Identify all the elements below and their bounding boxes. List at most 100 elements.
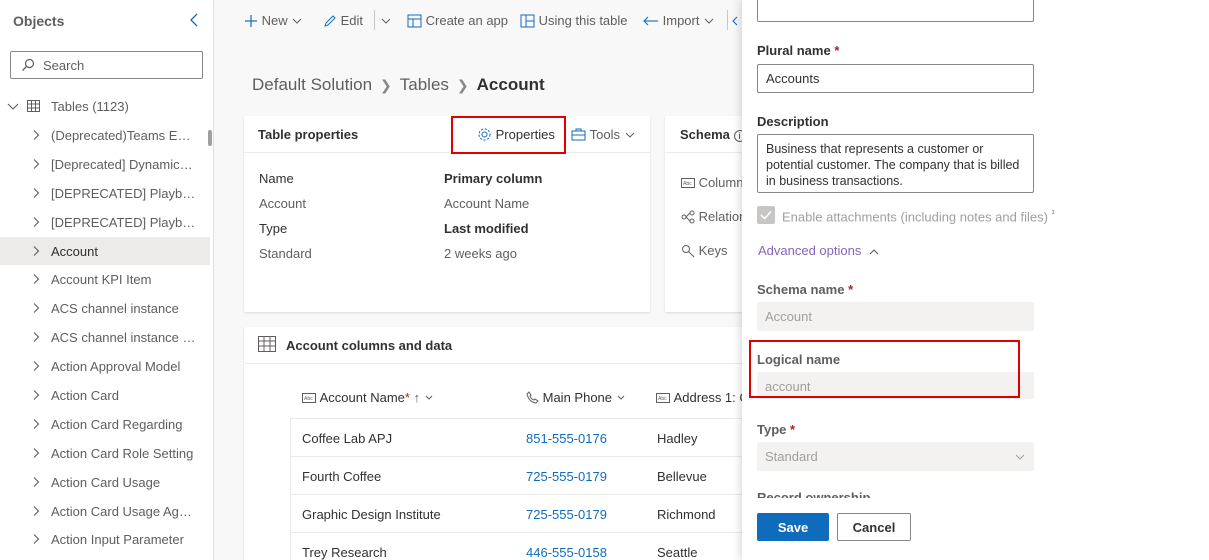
chevron-right-icon[interactable] bbox=[30, 216, 42, 228]
chevron-right-icon[interactable] bbox=[30, 302, 42, 314]
type-select: Standard bbox=[757, 442, 1034, 471]
table-grid-icon bbox=[27, 100, 40, 112]
tree-item[interactable]: ACS channel instance bbox=[0, 294, 210, 323]
breadcrumb-solution[interactable]: Default Solution bbox=[252, 75, 372, 94]
text-field-icon: Abc bbox=[656, 392, 670, 403]
sort-ascending-icon[interactable]: ↑ bbox=[414, 390, 421, 405]
tree-item[interactable]: Action Input Parameter bbox=[0, 525, 210, 554]
tree-item[interactable]: Account KPI Item bbox=[0, 265, 210, 294]
tools-button[interactable]: Tools bbox=[571, 126, 636, 142]
cell-city: Hadley bbox=[657, 431, 698, 446]
search-input[interactable] bbox=[43, 56, 193, 74]
tree-item[interactable]: Action Card Role Setting bbox=[0, 439, 210, 468]
table-row[interactable]: Fourth Coffee 725-555-0179 Bellevue bbox=[290, 456, 790, 494]
record-ownership-label: Record ownership bbox=[757, 490, 871, 498]
cell-account-name: Trey Research bbox=[302, 545, 387, 560]
chevron-right-icon[interactable] bbox=[30, 476, 42, 488]
chevron-right-icon[interactable] bbox=[30, 331, 42, 343]
chevron-right-icon[interactable] bbox=[30, 418, 42, 430]
save-button[interactable]: Save bbox=[757, 513, 829, 541]
sidebar-scrollbar[interactable] bbox=[208, 130, 212, 146]
chevron-right-icon[interactable] bbox=[30, 187, 42, 199]
tree-item[interactable]: (Deprecated)Teams Eng... bbox=[0, 121, 210, 150]
chevron-right-icon[interactable] bbox=[30, 447, 42, 459]
table-row[interactable]: Graphic Design Institute 725-555-0179 Rich… bbox=[290, 494, 790, 532]
tree-item[interactable]: Action Card Usage Agg... bbox=[0, 497, 210, 526]
svg-text:Abc: Abc bbox=[658, 396, 667, 402]
chevron-down-icon[interactable] bbox=[6, 99, 20, 113]
chevron-right-icon[interactable] bbox=[30, 505, 42, 517]
description-textarea[interactable]: Business that represents a customer or p… bbox=[757, 134, 1034, 193]
enable-attachments-label: Enable attachments (including notes and … bbox=[782, 208, 1055, 225]
cell-city: Richmond bbox=[657, 507, 716, 522]
export-arrow-icon[interactable] bbox=[732, 12, 742, 30]
edit-button[interactable]: Edit bbox=[323, 12, 363, 30]
column-header-account-name[interactable]: Abc Account Name* ↑ bbox=[302, 389, 434, 405]
sidebar-title: Objects bbox=[13, 13, 65, 29]
cell-main-phone[interactable]: 725-555-0179 bbox=[526, 469, 607, 484]
tree-item[interactable]: Action Card bbox=[0, 381, 210, 410]
tree-item-label: (Deprecated)Teams Eng... bbox=[51, 128, 196, 143]
column-header-main-phone[interactable]: Main Phone bbox=[526, 389, 626, 405]
chevron-right-icon[interactable] bbox=[30, 245, 42, 257]
cell-main-phone[interactable]: 725-555-0179 bbox=[526, 507, 607, 522]
table-properties-card: Table properties Properties Tools Name A… bbox=[244, 116, 650, 312]
schema-keys-link[interactable]: Keys bbox=[681, 242, 728, 258]
tree-item-account-selected[interactable]: Account bbox=[0, 236, 210, 266]
table-row[interactable]: Coffee Lab APJ 851-555-0176 Hadley bbox=[290, 418, 790, 456]
card-title: Schema i bbox=[680, 127, 746, 142]
enable-attachments-checkbox[interactable] bbox=[757, 206, 775, 224]
tables-tree-root[interactable]: Tables (1123) bbox=[0, 95, 214, 119]
cell-main-phone[interactable]: 446-555-0158 bbox=[526, 545, 607, 560]
create-app-button[interactable]: Create an app bbox=[407, 12, 508, 30]
display-name-input[interactable] bbox=[757, 0, 1034, 22]
new-button[interactable]: New bbox=[244, 12, 303, 30]
cell-main-phone[interactable]: 851-555-0176 bbox=[526, 431, 607, 446]
tree-item[interactable]: Action Card Regarding bbox=[0, 410, 210, 439]
advanced-options-label: Advanced options bbox=[758, 243, 862, 258]
name-value: Account bbox=[259, 196, 306, 211]
objects-sidebar: Objects Tables (1123) (Deprecated)Teams … bbox=[0, 0, 214, 560]
create-app-label: Create an app bbox=[425, 13, 509, 29]
last-modified-label: Last modified bbox=[444, 221, 529, 236]
tree-item[interactable]: Action Approval Model bbox=[0, 352, 210, 381]
import-button[interactable]: Import bbox=[643, 12, 715, 30]
tree-item[interactable]: ACS channel instance a... bbox=[0, 323, 210, 352]
chevron-down-icon bbox=[704, 18, 714, 24]
tree-item-label: ACS channel instance a... bbox=[51, 330, 196, 346]
primary-column-label: Primary column bbox=[444, 171, 543, 186]
edit-dropdown-chevron[interactable] bbox=[380, 12, 392, 30]
chevron-down-icon bbox=[425, 395, 433, 400]
chevron-right-icon[interactable] bbox=[30, 389, 42, 401]
chevron-down-icon bbox=[1015, 454, 1025, 460]
last-modified-value: 2 weeks ago bbox=[444, 246, 517, 261]
tree-item-label: [Deprecated] Dynamics... bbox=[51, 156, 196, 172]
column-header-label: Account Name bbox=[319, 390, 405, 406]
chevron-right-icon[interactable] bbox=[30, 533, 42, 545]
phone-icon bbox=[526, 391, 539, 404]
chevron-down-icon bbox=[617, 395, 624, 400]
tree-item[interactable]: [DEPRECATED] Playboo... bbox=[0, 179, 210, 208]
cancel-button[interactable]: Cancel bbox=[837, 513, 911, 541]
chevron-right-icon: ❯ bbox=[380, 77, 392, 93]
schema-columns-link[interactable]: Abc Columns bbox=[681, 174, 750, 190]
tree-item[interactable]: Action Card Usage bbox=[0, 468, 210, 497]
tree-item[interactable]: [DEPRECATED] Playboo... bbox=[0, 208, 210, 237]
plural-name-input[interactable]: Accounts bbox=[757, 64, 1034, 93]
checkmark-icon bbox=[760, 210, 772, 220]
chevron-right-icon[interactable] bbox=[30, 158, 42, 170]
collapse-sidebar-icon[interactable] bbox=[186, 11, 204, 29]
tree-item-label: Action Card Regarding bbox=[51, 416, 183, 432]
breadcrumb-tables[interactable]: Tables bbox=[400, 75, 449, 94]
tree-item[interactable]: [Deprecated] Dynamics... bbox=[0, 150, 210, 179]
tree-item-label: Action Approval Model bbox=[51, 359, 181, 375]
sidebar-search[interactable] bbox=[10, 51, 203, 79]
chevron-right-icon: ❯ bbox=[456, 77, 469, 93]
using-table-button[interactable]: Using this table bbox=[520, 12, 628, 30]
advanced-options-toggle[interactable]: Advanced options bbox=[758, 243, 880, 258]
chevron-right-icon[interactable] bbox=[30, 273, 42, 285]
table-row[interactable]: Trey Research 446-555-0158 Seattle bbox=[290, 532, 790, 560]
chevron-right-icon[interactable] bbox=[30, 129, 42, 141]
chevron-right-icon[interactable] bbox=[30, 360, 42, 372]
app-grid-icon bbox=[407, 14, 422, 28]
